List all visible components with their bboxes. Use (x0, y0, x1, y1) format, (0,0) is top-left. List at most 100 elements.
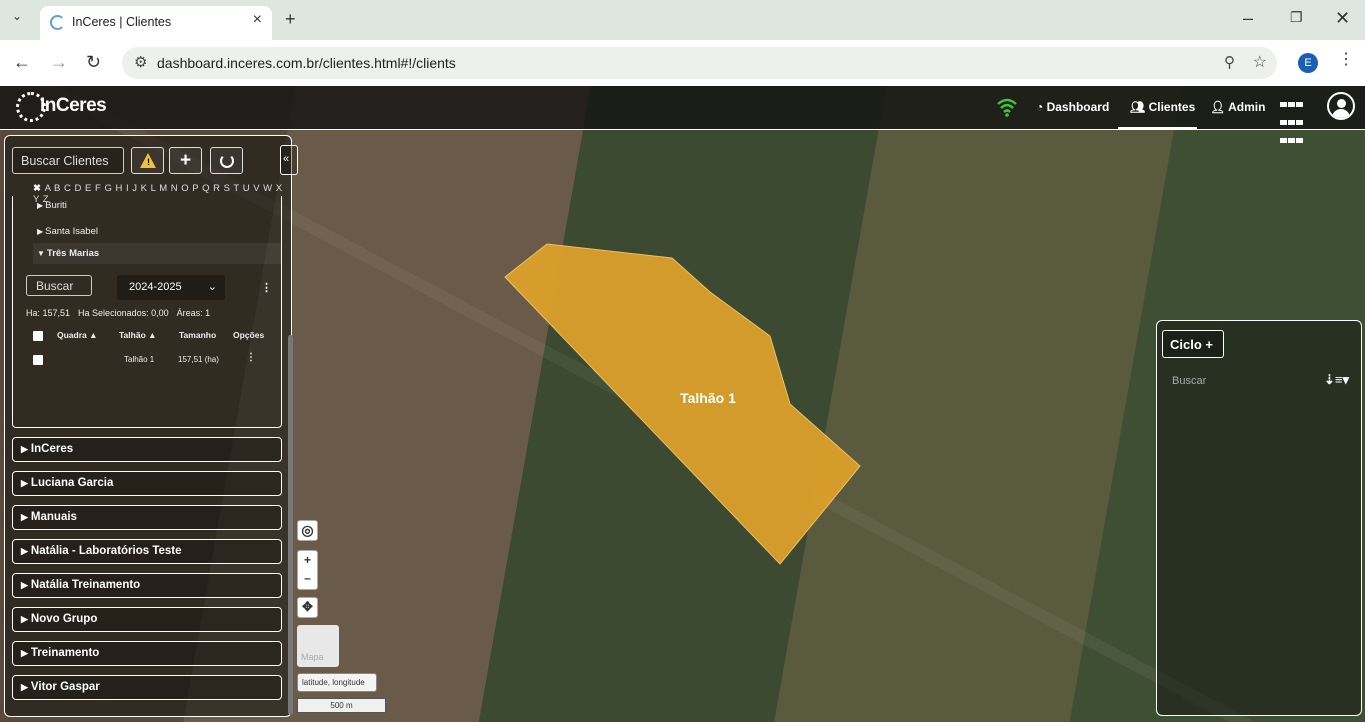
clear-filter-icon[interactable]: ✖ (33, 183, 45, 194)
close-tab-icon[interactable]: × (253, 11, 262, 29)
group-label: Natália Treinamento (30, 579, 141, 591)
cell-talhao[interactable]: Talhão 1 (124, 355, 154, 364)
tree-item-santa-isabel[interactable]: ▶ Santa Isabel (37, 226, 98, 237)
zoom-control: + – (297, 550, 318, 590)
group-novo-grupo[interactable]: ▶ Novo Grupo (12, 607, 282, 632)
nav-dashboard[interactable]: ◔ Dashboard (1036, 100, 1109, 114)
locate-button[interactable]: ◎ (297, 520, 318, 541)
caret-right-icon: ▶ (21, 648, 28, 658)
zoom-out-button[interactable]: – (298, 569, 317, 587)
row-checkbox[interactable] (33, 355, 43, 365)
nav-clientes[interactable]: 👥︎ Clientes (1130, 100, 1195, 114)
tree-item-label: Santa Isabel (45, 226, 98, 237)
chevron-down-icon: ⌄ (207, 281, 217, 293)
group-label: InCeres (30, 443, 74, 455)
pan-button[interactable]: ✥ (297, 597, 318, 618)
refresh-button[interactable] (210, 147, 243, 174)
col-quadra[interactable]: Quadra ▲ (57, 330, 98, 340)
menu-icon[interactable]: ⋮ (1338, 52, 1354, 68)
browser-tab-bar: ⌄ InCeres | Clientes × + – ❐ ✕ (0, 0, 1365, 40)
farm-options-icon[interactable]: ⋮ (261, 281, 272, 294)
zoom-in-button[interactable]: + (298, 551, 317, 569)
reload-icon[interactable]: ↻ (86, 53, 101, 71)
url-field[interactable]: ⚙ dashboard.inceres.com.br/clientes.html… (122, 47, 1277, 79)
cycle-search-input[interactable]: Buscar (1172, 375, 1206, 387)
locate-icon: ◎ (301, 522, 314, 538)
group-label: Vitor Gaspar (30, 681, 100, 693)
minimize-icon[interactable]: – (1243, 9, 1253, 27)
users-icon: 👥︎ (1130, 100, 1149, 114)
close-window-icon[interactable]: ✕ (1335, 9, 1350, 27)
select-all-checkbox[interactable] (33, 331, 43, 341)
group-natalia-laboratorios[interactable]: ▶ Natália - Laboratórios Teste (12, 539, 282, 564)
new-tab-icon[interactable]: + (285, 10, 296, 28)
row-options-icon[interactable]: ⋮ (246, 352, 256, 363)
forward-icon[interactable]: → (50, 53, 68, 71)
group-manuais[interactable]: ▶ Manuais (12, 505, 282, 530)
nav-admin[interactable]: 👤︎ Admin (1210, 100, 1265, 114)
panel-scrollbar[interactable] (288, 335, 293, 715)
nav-clientes-label: Clientes (1148, 100, 1196, 114)
group-label: Manuais (30, 511, 77, 523)
navbar: InCeres ◔ Dashboard 👥︎ Clientes 👤︎ Admin (0, 86, 1365, 143)
profile-avatar[interactable]: E (1298, 53, 1318, 73)
zoom-icon[interactable]: ⚲ (1224, 53, 1235, 71)
season-value: 2024-2025 (129, 281, 182, 293)
season-select[interactable]: 2024-2025 ⌄ (117, 275, 225, 300)
bookmark-star-icon[interactable]: ☆ (1253, 52, 1267, 72)
add-cycle-button[interactable]: Ciclo + (1162, 330, 1224, 358)
group-vitor-gaspar[interactable]: ▶ Vitor Gaspar (12, 675, 282, 700)
maximize-icon[interactable]: ❐ (1290, 10, 1303, 24)
caret-right-icon: ▶ (21, 580, 28, 590)
col-opcoes: Opções (233, 330, 265, 340)
user-plus-icon: 👤︎ (1210, 100, 1229, 114)
double-chevron-left-icon: « (283, 153, 290, 165)
search-clients-input[interactable]: Buscar Clientes (12, 147, 124, 174)
add-client-button[interactable]: + (169, 147, 202, 174)
move-icon: ✥ (302, 599, 313, 614)
clients-panel: Buscar Clientes ! + « ✖ A B C D E F G H … (4, 135, 298, 717)
caret-right-icon: ▶ (21, 512, 28, 522)
col-tamanho[interactable]: Tamanho (179, 330, 216, 340)
dashboard-icon: ◔ (1036, 100, 1047, 114)
caret-down-icon: ▼ (37, 249, 45, 258)
basemap-label: Mapa (301, 652, 324, 662)
caret-right-icon: ▶ (37, 227, 44, 236)
basemap-toggle[interactable]: Mapa (297, 625, 339, 667)
plus-icon: + (1205, 337, 1214, 352)
site-info-icon[interactable]: ⚙ (134, 53, 147, 71)
collapse-panel-button[interactable]: « (280, 145, 298, 175)
alerts-button[interactable]: ! (131, 147, 164, 174)
sort-icon[interactable]: ⇣≡▾ (1324, 372, 1349, 388)
apps-grid-icon[interactable] (1280, 96, 1306, 143)
caret-right-icon: ▶ (21, 614, 28, 624)
url-text: dashboard.inceres.com.br/clientes.html#!… (157, 55, 456, 71)
tab-search-icon[interactable]: ⌄ (12, 10, 22, 22)
logo-text[interactable]: InCeres (40, 95, 107, 117)
tree-item-tres-marias[interactable]: ▼ Três Marias (37, 248, 99, 259)
browser-tab[interactable]: InCeres | Clientes × (40, 6, 272, 40)
group-treinamento[interactable]: ▶ Treinamento (12, 641, 282, 666)
group-label: Natália - Laboratórios Teste (30, 545, 182, 557)
nav-admin-label: Admin (1228, 100, 1266, 114)
app: Talhão 1 InCeres ◔ Dashboard 👥︎ Clientes… (0, 86, 1365, 722)
sort-asc-icon: ▲ (148, 330, 157, 340)
nav-dashboard-label: Dashboard (1046, 100, 1110, 114)
group-luciana-garcia[interactable]: ▶ Luciana Garcia (12, 471, 282, 496)
wifi-icon (997, 98, 1017, 117)
group-natalia-treinamento[interactable]: ▶ Natália Treinamento (12, 573, 282, 598)
group-inceres[interactable]: ▶ InCeres (12, 437, 282, 462)
search-fields-input[interactable]: Buscar (26, 275, 92, 296)
tree-item-buriti[interactable]: ▶ Buriti (37, 200, 67, 211)
tree-item-label: Buriti (45, 200, 67, 211)
warning-icon: ! (140, 153, 156, 168)
tab-title: InCeres | Clientes (72, 15, 172, 29)
back-icon[interactable]: ← (13, 53, 31, 71)
active-tab-indicator (1118, 127, 1197, 130)
caret-right-icon: ▶ (21, 444, 28, 454)
caret-right-icon: ▶ (21, 478, 28, 488)
tree-item-label: Três Marias (46, 248, 100, 259)
coordinates-readout: latitude, longitude (297, 673, 377, 692)
col-talhao[interactable]: Talhão ▲ (119, 330, 157, 340)
user-account-icon[interactable] (1327, 92, 1355, 120)
